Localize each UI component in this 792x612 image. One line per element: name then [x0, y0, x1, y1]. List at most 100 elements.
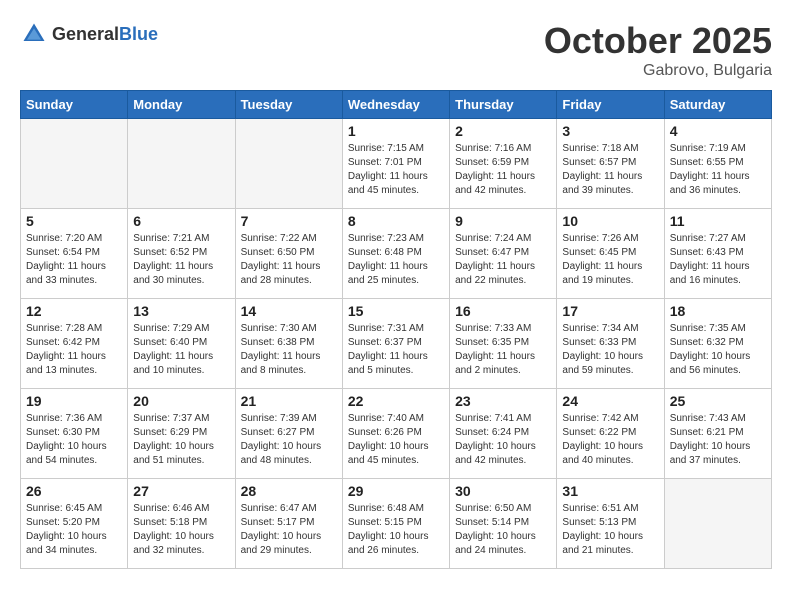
- day-number: 9: [455, 213, 551, 229]
- logo-icon: [20, 20, 48, 48]
- day-info: Sunrise: 7:27 AM Sunset: 6:43 PM Dayligh…: [670, 232, 766, 288]
- calendar-cell: 6Sunrise: 7:21 AM Sunset: 6:52 PM Daylig…: [128, 209, 235, 299]
- day-info: Sunrise: 7:35 AM Sunset: 6:32 PM Dayligh…: [670, 322, 766, 378]
- day-number: 8: [348, 213, 444, 229]
- calendar-week-3: 12Sunrise: 7:28 AM Sunset: 6:42 PM Dayli…: [21, 299, 772, 389]
- day-info: Sunrise: 6:50 AM Sunset: 5:14 PM Dayligh…: [455, 502, 551, 558]
- page-header: GeneralBlue October 2025 Gabrovo, Bulgar…: [20, 20, 772, 80]
- day-number: 22: [348, 393, 444, 409]
- column-header-monday: Monday: [128, 91, 235, 119]
- day-info: Sunrise: 7:26 AM Sunset: 6:45 PM Dayligh…: [562, 232, 658, 288]
- day-number: 30: [455, 483, 551, 499]
- day-info: Sunrise: 7:20 AM Sunset: 6:54 PM Dayligh…: [26, 232, 122, 288]
- calendar-cell: 20 Sunrise: 7:37 AM Sunset: 6:29 PM Dayli…: [128, 389, 235, 479]
- day-number: 4: [670, 123, 766, 139]
- day-info: Sunrise: 7:43 AM Sunset: 6:21 PM Dayligh…: [670, 412, 766, 468]
- calendar-cell: 2 Sunrise: 7:16 AM Sunset: 6:59 PM Daylig…: [450, 119, 557, 209]
- logo-text-blue: Blue: [119, 24, 158, 44]
- calendar-cell: 17Sunrise: 7:34 AM Sunset: 6:33 PM Dayli…: [557, 299, 664, 389]
- title-section: October 2025 Gabrovo, Bulgaria: [544, 20, 772, 80]
- calendar-cell: 14 Sunrise: 7:30 AM Sunset: 6:38 PM Dayli…: [235, 299, 342, 389]
- day-number: 12: [26, 303, 122, 319]
- day-info: Sunrise: 7:33 AM Sunset: 6:35 PM Dayligh…: [455, 322, 551, 378]
- calendar-week-2: 5 Sunrise: 7:20 AM Sunset: 6:54 PM Daylig…: [21, 209, 772, 299]
- day-number: 10: [562, 213, 658, 229]
- day-info: Sunrise: 7:42 AM Sunset: 6:22 PM Dayligh…: [562, 412, 658, 468]
- calendar-cell: 24Sunrise: 7:42 AM Sunset: 6:22 PM Dayli…: [557, 389, 664, 479]
- day-info: Sunrise: 7:29 AM Sunset: 6:40 PM Dayligh…: [133, 322, 229, 378]
- calendar-cell: 4 Sunrise: 7:19 AM Sunset: 6:55 PM Daylig…: [664, 119, 771, 209]
- day-number: 20: [133, 393, 229, 409]
- day-info: Sunrise: 6:51 AM Sunset: 5:13 PM Dayligh…: [562, 502, 658, 558]
- calendar-cell: 8 Sunrise: 7:23 AM Sunset: 6:48 PM Daylig…: [342, 209, 449, 299]
- calendar-cell: 18 Sunrise: 7:35 AM Sunset: 6:32 PM Dayli…: [664, 299, 771, 389]
- day-number: 27: [133, 483, 229, 499]
- day-info: Sunrise: 7:30 AM Sunset: 6:38 PM Dayligh…: [241, 322, 337, 378]
- day-info: Sunrise: 6:48 AM Sunset: 5:15 PM Dayligh…: [348, 502, 444, 558]
- calendar-cell: 9Sunrise: 7:24 AM Sunset: 6:47 PM Daylig…: [450, 209, 557, 299]
- column-header-thursday: Thursday: [450, 91, 557, 119]
- day-number: 18: [670, 303, 766, 319]
- day-info: Sunrise: 7:18 AM Sunset: 6:57 PM Dayligh…: [562, 142, 658, 198]
- day-number: 14: [241, 303, 337, 319]
- day-number: 23: [455, 393, 551, 409]
- calendar-cell: 26Sunrise: 6:45 AM Sunset: 5:20 PM Dayli…: [21, 479, 128, 569]
- calendar-cell: 27 Sunrise: 6:46 AM Sunset: 5:18 PM Dayli…: [128, 479, 235, 569]
- column-header-friday: Friday: [557, 91, 664, 119]
- day-info: Sunrise: 7:40 AM Sunset: 6:26 PM Dayligh…: [348, 412, 444, 468]
- day-number: 2: [455, 123, 551, 139]
- day-number: 13: [133, 303, 229, 319]
- day-info: Sunrise: 7:21 AM Sunset: 6:52 PM Dayligh…: [133, 232, 229, 288]
- day-info: Sunrise: 7:37 AM Sunset: 6:29 PM Dayligh…: [133, 412, 229, 468]
- calendar-cell: 10 Sunrise: 7:26 AM Sunset: 6:45 PM Dayli…: [557, 209, 664, 299]
- day-info: Sunrise: 7:19 AM Sunset: 6:55 PM Dayligh…: [670, 142, 766, 198]
- calendar-cell: 5 Sunrise: 7:20 AM Sunset: 6:54 PM Daylig…: [21, 209, 128, 299]
- day-info: Sunrise: 7:41 AM Sunset: 6:24 PM Dayligh…: [455, 412, 551, 468]
- calendar-cell: 3Sunrise: 7:18 AM Sunset: 6:57 PM Daylig…: [557, 119, 664, 209]
- day-info: Sunrise: 7:34 AM Sunset: 6:33 PM Dayligh…: [562, 322, 658, 378]
- day-info: Sunrise: 6:47 AM Sunset: 5:17 PM Dayligh…: [241, 502, 337, 558]
- calendar-cell: 31 Sunrise: 6:51 AM Sunset: 5:13 PM Dayli…: [557, 479, 664, 569]
- header-row: SundayMondayTuesdayWednesdayThursdayFrid…: [21, 91, 772, 119]
- day-info: Sunrise: 6:45 AM Sunset: 5:20 PM Dayligh…: [26, 502, 122, 558]
- calendar-cell: 28 Sunrise: 6:47 AM Sunset: 5:17 PM Dayli…: [235, 479, 342, 569]
- calendar-cell: 25 Sunrise: 7:43 AM Sunset: 6:21 PM Dayli…: [664, 389, 771, 479]
- calendar-cell: [21, 119, 128, 209]
- day-number: 19: [26, 393, 122, 409]
- calendar-cell: 21Sunrise: 7:39 AM Sunset: 6:27 PM Dayli…: [235, 389, 342, 479]
- day-number: 29: [348, 483, 444, 499]
- column-header-saturday: Saturday: [664, 91, 771, 119]
- day-number: 16: [455, 303, 551, 319]
- calendar-cell: [128, 119, 235, 209]
- calendar-cell: 13 Sunrise: 7:29 AM Sunset: 6:40 PM Dayli…: [128, 299, 235, 389]
- calendar-table: SundayMondayTuesdayWednesdayThursdayFrid…: [20, 90, 772, 569]
- calendar-cell: 23 Sunrise: 7:41 AM Sunset: 6:24 PM Dayli…: [450, 389, 557, 479]
- day-number: 5: [26, 213, 122, 229]
- day-info: Sunrise: 7:23 AM Sunset: 6:48 PM Dayligh…: [348, 232, 444, 288]
- calendar-cell: 22 Sunrise: 7:40 AM Sunset: 6:26 PM Dayli…: [342, 389, 449, 479]
- calendar-cell: 11 Sunrise: 7:27 AM Sunset: 6:43 PM Dayli…: [664, 209, 771, 299]
- calendar-cell: [235, 119, 342, 209]
- column-header-sunday: Sunday: [21, 91, 128, 119]
- day-number: 31: [562, 483, 658, 499]
- calendar-cell: 12Sunrise: 7:28 AM Sunset: 6:42 PM Dayli…: [21, 299, 128, 389]
- day-info: Sunrise: 7:16 AM Sunset: 6:59 PM Dayligh…: [455, 142, 551, 198]
- column-header-tuesday: Tuesday: [235, 91, 342, 119]
- day-number: 7: [241, 213, 337, 229]
- day-info: Sunrise: 7:22 AM Sunset: 6:50 PM Dayligh…: [241, 232, 337, 288]
- calendar-cell: 19Sunrise: 7:36 AM Sunset: 6:30 PM Dayli…: [21, 389, 128, 479]
- logo-text-general: General: [52, 24, 119, 44]
- calendar-cell: 1Sunrise: 7:15 AM Sunset: 7:01 PM Daylig…: [342, 119, 449, 209]
- day-number: 25: [670, 393, 766, 409]
- calendar-cell: [664, 479, 771, 569]
- calendar-week-1: 1Sunrise: 7:15 AM Sunset: 7:01 PM Daylig…: [21, 119, 772, 209]
- day-number: 11: [670, 213, 766, 229]
- day-number: 21: [241, 393, 337, 409]
- day-info: Sunrise: 7:31 AM Sunset: 6:37 PM Dayligh…: [348, 322, 444, 378]
- day-number: 15: [348, 303, 444, 319]
- calendar-week-5: 26Sunrise: 6:45 AM Sunset: 5:20 PM Dayli…: [21, 479, 772, 569]
- day-info: Sunrise: 6:46 AM Sunset: 5:18 PM Dayligh…: [133, 502, 229, 558]
- calendar-cell: 7 Sunrise: 7:22 AM Sunset: 6:50 PM Daylig…: [235, 209, 342, 299]
- day-number: 28: [241, 483, 337, 499]
- logo: GeneralBlue: [20, 20, 158, 48]
